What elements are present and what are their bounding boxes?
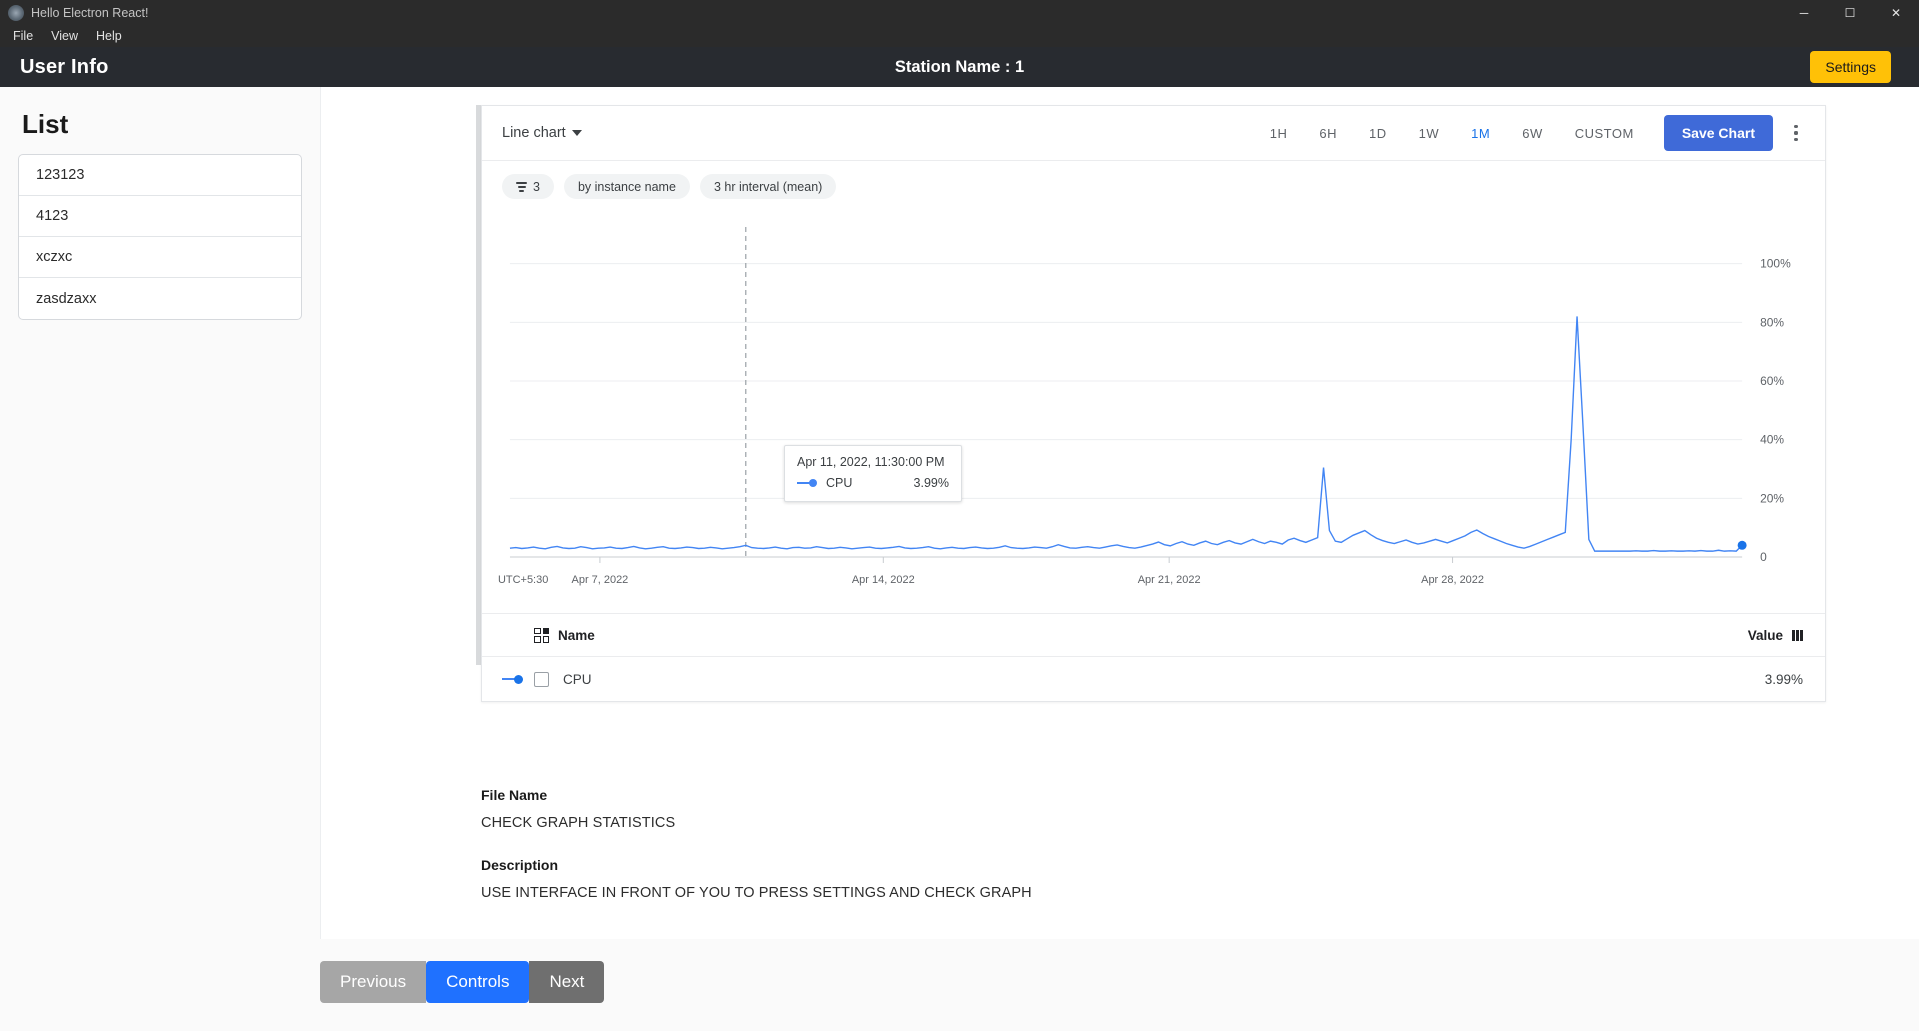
detail-pane: Line chart 1H 6H 1D 1W 1M 6W CUSTOM Save… bbox=[320, 87, 1919, 1031]
next-button[interactable]: Next bbox=[529, 961, 605, 1003]
svg-text:100%: 100% bbox=[1760, 257, 1791, 271]
chart-type-label: Line chart bbox=[502, 125, 566, 141]
chart-type-dropdown[interactable]: Line chart bbox=[502, 125, 582, 141]
main-content: List 123123 4123 xczxc zasdzaxx Line cha… bbox=[0, 87, 1919, 1031]
chart-plot-area[interactable]: 0 20% 40% 60% 80% 100% UTC+5:30 Apr 7, 2022 Apr… bbox=[482, 213, 1825, 613]
legend-table-header: Name Value bbox=[482, 613, 1825, 657]
chart-card: Line chart 1H 6H 1D 1W 1M 6W CUSTOM Save… bbox=[481, 105, 1826, 702]
tooltip-series-row: CPU 3.99% bbox=[797, 476, 949, 490]
chip-interval[interactable]: 3 hr interval (mean) bbox=[699, 174, 837, 199]
list-item[interactable]: zasdzaxx bbox=[19, 278, 301, 319]
app-icon bbox=[8, 4, 24, 21]
svg-text:Apr 28, 2022: Apr 28, 2022 bbox=[1421, 574, 1484, 586]
menubar: File View Help bbox=[0, 25, 1919, 47]
svg-text:60%: 60% bbox=[1760, 374, 1784, 388]
range-6h[interactable]: 6H bbox=[1303, 118, 1353, 149]
range-1m[interactable]: 1M bbox=[1455, 118, 1506, 149]
save-chart-button[interactable]: Save Chart bbox=[1663, 115, 1773, 151]
description-label: Description bbox=[481, 857, 559, 873]
kebab-menu-icon[interactable] bbox=[1783, 125, 1809, 141]
page-title: User Info bbox=[20, 55, 109, 78]
time-range-group: 1H 6H 1D 1W 1M 6W CUSTOM Save Chart bbox=[1254, 115, 1809, 151]
minimize-icon[interactable]: ─ bbox=[1781, 0, 1827, 25]
sidebar-title: List bbox=[22, 109, 69, 139]
legend-value-column: Value bbox=[1748, 628, 1803, 643]
footer-controls: Previous Controls Next bbox=[320, 939, 1919, 1031]
tooltip-series-value: 3.99% bbox=[913, 476, 949, 490]
tooltip-series-name: CPU bbox=[826, 476, 853, 490]
chart-toolbar: Line chart 1H 6H 1D 1W 1M 6W CUSTOM Save… bbox=[482, 106, 1825, 161]
tooltip-timestamp: Apr 11, 2022, 11:30:00 PM bbox=[797, 455, 945, 469]
svg-text:20%: 20% bbox=[1760, 491, 1784, 505]
detail-scroll-area: Line chart 1H 6H 1D 1W 1M 6W CUSTOM Save… bbox=[320, 87, 1919, 939]
filter-icon bbox=[516, 181, 527, 192]
menu-view[interactable]: View bbox=[43, 26, 86, 46]
svg-text:Apr 7, 2022: Apr 7, 2022 bbox=[572, 574, 629, 586]
table-row[interactable]: CPU 3.99% bbox=[482, 657, 1825, 701]
svg-text:UTC+5:30: UTC+5:30 bbox=[498, 574, 548, 586]
list-item[interactable]: xczxc bbox=[19, 237, 301, 278]
legend-name-column: Name bbox=[534, 627, 1748, 643]
window-titlebar: Hello Electron React! ─ ☐ ✕ bbox=[0, 0, 1919, 25]
chevron-down-icon bbox=[571, 130, 582, 136]
chip-filter-count[interactable]: 3 bbox=[502, 174, 554, 199]
file-details: File Name CHECK GRAPH STATISTICS Descrip… bbox=[481, 787, 1032, 901]
legend-row-value: 3.99% bbox=[1764, 671, 1803, 687]
maximize-icon[interactable]: ☐ bbox=[1827, 0, 1873, 25]
settings-button[interactable]: Settings bbox=[1810, 51, 1891, 83]
sidebar-list: 123123 4123 xczxc zasdzaxx bbox=[18, 154, 302, 320]
chart-svg: 0 20% 40% 60% 80% 100% UTC+5:30 Apr 7, 2022 Apr… bbox=[498, 227, 1791, 586]
chip-filter-count-label: 3 bbox=[533, 179, 540, 194]
svg-text:Apr 14, 2022: Apr 14, 2022 bbox=[852, 574, 915, 586]
chart-tooltip: Apr 11, 2022, 11:30:00 PM CPU 3.99% bbox=[784, 445, 962, 502]
chart-series-line bbox=[509, 316, 1743, 552]
previous-button[interactable]: Previous bbox=[320, 961, 427, 1003]
svg-text:0: 0 bbox=[1760, 550, 1767, 564]
controls-button[interactable]: Controls bbox=[426, 961, 530, 1003]
chart-gridlines bbox=[509, 263, 1743, 558]
range-1d[interactable]: 1D bbox=[1353, 118, 1403, 149]
file-name-label: File Name bbox=[481, 787, 548, 803]
chart-y-axis-labels: 0 20% 40% 60% 80% 100% bbox=[1760, 257, 1791, 564]
file-name-value: CHECK GRAPH STATISTICS bbox=[481, 815, 676, 831]
range-1w[interactable]: 1W bbox=[1403, 118, 1456, 149]
select-all-grid-icon[interactable] bbox=[534, 627, 549, 643]
window-title: Hello Electron React! bbox=[31, 5, 149, 20]
chart-filter-chips: 3 by instance name 3 hr interval (mean) bbox=[482, 161, 1825, 205]
chip-group-by[interactable]: by instance name bbox=[563, 174, 690, 199]
list-item[interactable]: 4123 bbox=[19, 196, 301, 237]
legend-row-name: CPU bbox=[563, 671, 592, 687]
columns-icon[interactable] bbox=[1792, 629, 1803, 641]
legend-value-label: Value bbox=[1747, 627, 1784, 643]
svg-text:80%: 80% bbox=[1760, 315, 1784, 329]
svg-text:40%: 40% bbox=[1760, 433, 1784, 447]
description-value: USE INTERFACE IN FRONT OF YOU TO PRESS S… bbox=[481, 885, 1032, 901]
chart-x-axis-labels: UTC+5:30 Apr 7, 2022 Apr 14, 2022 Apr 21, 2… bbox=[498, 557, 1484, 586]
window-controls: ─ ☐ ✕ bbox=[1781, 0, 1919, 25]
chart-endpoint-marker bbox=[1737, 540, 1747, 550]
list-item[interactable]: 123123 bbox=[19, 155, 301, 196]
legend-name-label: Name bbox=[558, 627, 595, 643]
range-1h[interactable]: 1H bbox=[1254, 118, 1304, 149]
series-color-swatch bbox=[797, 478, 819, 488]
svg-text:Apr 21, 2022: Apr 21, 2022 bbox=[1138, 574, 1201, 586]
menu-help[interactable]: Help bbox=[88, 26, 130, 46]
app-header: User Info Station Name : 1 Settings bbox=[0, 47, 1919, 87]
menu-file[interactable]: File bbox=[5, 26, 41, 46]
series-line-marker bbox=[500, 673, 530, 685]
range-custom[interactable]: CUSTOM bbox=[1559, 118, 1650, 149]
range-6w[interactable]: 6W bbox=[1506, 118, 1559, 149]
legend-row-checkbox[interactable] bbox=[534, 671, 549, 687]
close-icon[interactable]: ✕ bbox=[1873, 0, 1919, 25]
station-name: Station Name : 1 bbox=[894, 57, 1025, 76]
sidebar: List 123123 4123 xczxc zasdzaxx bbox=[0, 87, 320, 1031]
